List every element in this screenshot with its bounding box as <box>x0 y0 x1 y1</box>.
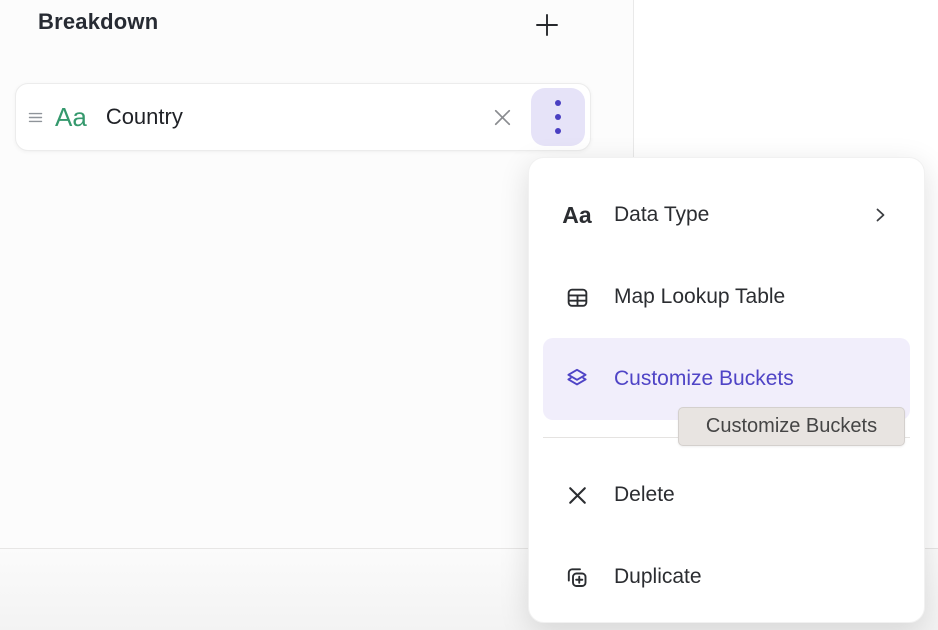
breakdown-field-card[interactable]: Aa Country <box>15 83 591 151</box>
delete-x-icon <box>564 483 590 508</box>
menu-item-label: Duplicate <box>614 565 702 589</box>
plus-icon <box>533 11 561 39</box>
chevron-right-icon <box>870 205 890 225</box>
remove-field-button[interactable] <box>490 105 515 130</box>
text-type-icon: Aa <box>564 204 590 227</box>
menu-item-label: Map Lookup Table <box>614 285 785 309</box>
customize-buckets-tooltip: Customize Buckets <box>678 407 905 446</box>
close-icon <box>490 105 515 130</box>
field-options-menu: Aa Data Type Map Lookup Table <box>528 157 925 623</box>
menu-item-label: Customize Buckets <box>614 367 794 391</box>
menu-item-delete[interactable]: Delete <box>543 454 910 536</box>
string-type-icon: Aa <box>55 104 87 130</box>
kebab-menu-icon <box>555 100 561 134</box>
menu-item-map-lookup-table[interactable]: Map Lookup Table <box>543 256 910 338</box>
menu-item-duplicate[interactable]: Duplicate <box>543 536 910 618</box>
menu-item-data-type[interactable]: Aa Data Type <box>543 174 910 256</box>
drag-handle-icon[interactable] <box>28 110 43 125</box>
field-name: Country <box>106 104 183 130</box>
panel-header: Breakdown <box>0 0 633 60</box>
breakdown-panel-screen: Breakdown Aa Country <box>0 0 938 630</box>
menu-item-label: Data Type <box>614 203 709 227</box>
field-options-button[interactable] <box>531 88 585 146</box>
add-breakdown-button[interactable] <box>529 7 565 43</box>
duplicate-icon <box>564 564 590 591</box>
stack-icon <box>564 366 590 392</box>
table-icon <box>564 285 590 310</box>
page-title: Breakdown <box>38 9 158 35</box>
menu-item-label: Delete <box>614 483 675 507</box>
